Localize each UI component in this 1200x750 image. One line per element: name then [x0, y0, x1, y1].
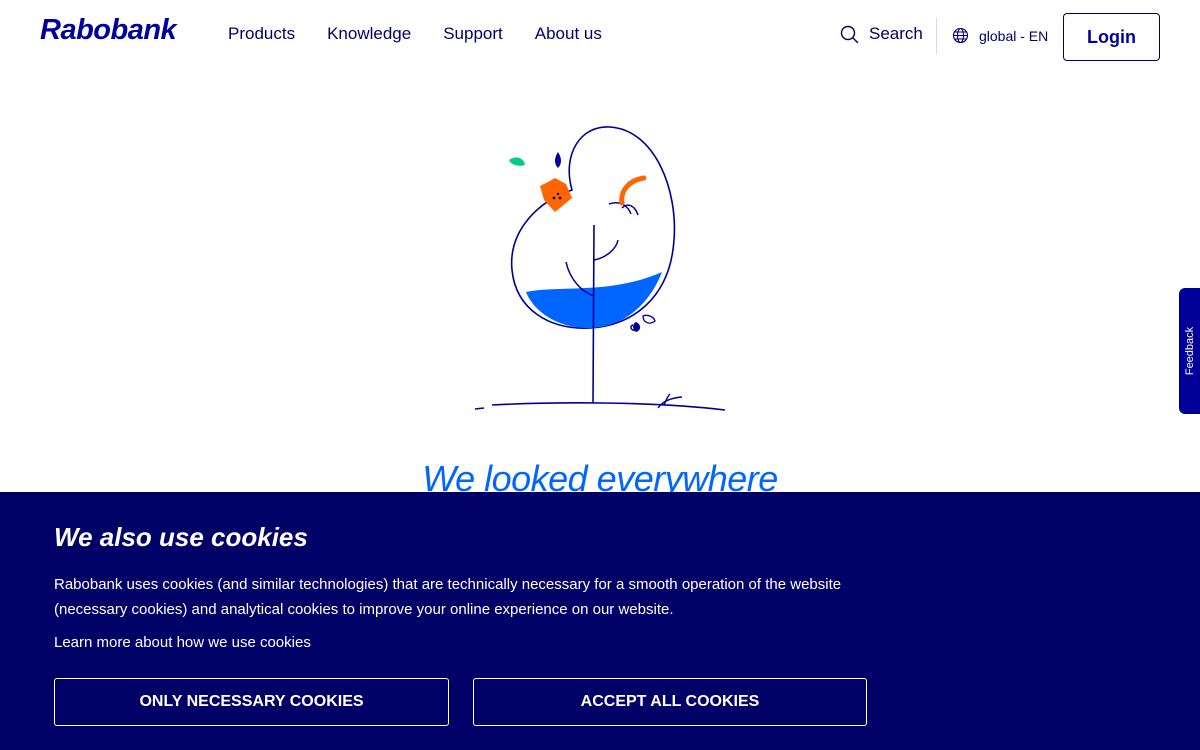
accept-all-cookies-button[interactable]: ACCEPT ALL COOKIES: [473, 678, 867, 726]
language-label: global - EN: [979, 27, 1049, 44]
nav-item-knowledge[interactable]: Knowledge: [327, 24, 411, 44]
cookie-learn-more-link[interactable]: Learn more about how we use cookies: [54, 634, 311, 651]
cookie-banner: We also use cookies Rabobank uses cookie…: [0, 492, 1200, 750]
nav-item-products[interactable]: Products: [228, 24, 295, 44]
nav-item-support[interactable]: Support: [443, 24, 503, 44]
main-nav: Products Knowledge Support About us: [228, 24, 602, 44]
search-button[interactable]: Search: [840, 24, 923, 44]
nav-item-about-us[interactable]: About us: [535, 24, 602, 44]
search-icon: [840, 25, 859, 44]
login-button[interactable]: Login: [1063, 13, 1160, 61]
feedback-tab[interactable]: Feedback: [1179, 288, 1200, 414]
site-header: Rabobank Products Knowledge Support Abou…: [0, 0, 1200, 72]
header-divider: [936, 18, 937, 54]
tree-illustration: [470, 120, 730, 420]
language-selector[interactable]: global - EN: [952, 27, 1048, 44]
cookie-description: Rabobank uses cookies (and similar techn…: [54, 576, 842, 618]
feedback-label: Feedback: [1183, 326, 1196, 376]
search-label: Search: [869, 24, 923, 43]
only-necessary-cookies-button[interactable]: ONLY NECESSARY COOKIES: [54, 678, 449, 726]
rabobank-logo[interactable]: Rabobank: [40, 14, 177, 47]
globe-icon: [952, 27, 969, 44]
cookie-title: We also use cookies: [54, 522, 308, 552]
